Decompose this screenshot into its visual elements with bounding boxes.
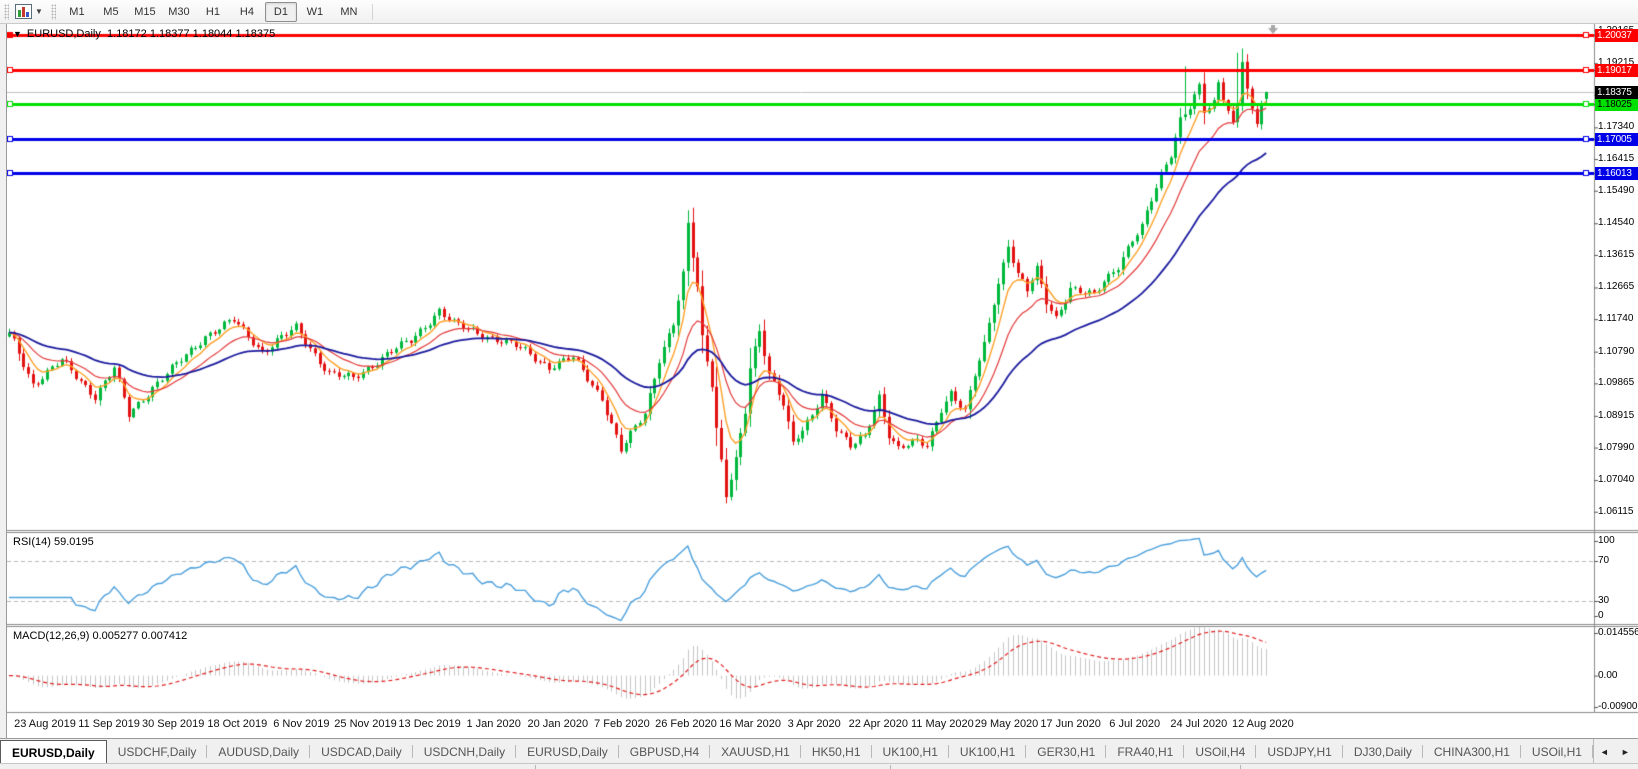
price-axis-tick: 1.15490 <box>1598 185 1634 196</box>
hline-price-chip[interactable]: 1.16013 <box>1595 167 1638 180</box>
date-axis-label: 22 Apr 2020 <box>849 718 908 730</box>
toolbar-grip[interactable] <box>51 4 56 20</box>
current-price-chip[interactable]: 1.18375 <box>1595 86 1638 99</box>
rsi-axis-tick: 100 <box>1598 535 1615 546</box>
window-left-frame <box>0 24 7 738</box>
chart-tab-fra40-h1[interactable]: FRA40,H1 <box>1106 739 1184 764</box>
price-axis-tick: 1.11740 <box>1598 313 1633 324</box>
date-axis-label: 24 Jul 2020 <box>1170 718 1227 730</box>
chart-tab-usoil-h4[interactable]: USOil,H4 <box>1184 739 1256 764</box>
chart-tab-usdjpy-h1[interactable]: USDJPY,H1 <box>1256 739 1342 764</box>
date-axis-label: 12 Aug 2020 <box>1232 718 1294 730</box>
chart-tab-ger30-h1[interactable]: GER30,H1 <box>1026 739 1106 764</box>
tab-scroll-nav: ◄► <box>1593 739 1638 764</box>
hline-price-chip[interactable]: 1.17005 <box>1595 133 1638 146</box>
chart-tab-gbpusd-h4[interactable]: GBPUSD,H4 <box>619 739 710 764</box>
timeframe-button-d1[interactable]: D1 <box>265 2 297 22</box>
date-axis-label: 26 Feb 2020 <box>655 718 717 730</box>
date-axis-label: 23 Aug 2019 <box>14 718 76 730</box>
status-bar <box>0 763 1638 769</box>
timeframe-button-m30[interactable]: M30 <box>163 2 195 22</box>
price-axis-tick: 1.12665 <box>1598 281 1634 292</box>
date-axis-label: 25 Nov 2019 <box>334 718 396 730</box>
rsi-axis-tick: 30 <box>1598 595 1609 606</box>
chart-canvas[interactable] <box>0 24 1638 738</box>
rsi-indicator-label: RSI(14) 59.0195 <box>13 536 94 548</box>
price-axis-tick: 1.17340 <box>1598 121 1634 132</box>
macd-axis-tick: 0.00 <box>1598 670 1617 681</box>
timeframe-button-m1[interactable]: M1 <box>61 2 93 22</box>
date-axis-label: 30 Sep 2019 <box>142 718 204 730</box>
status-separator <box>890 765 891 769</box>
date-axis-label: 11 Sep 2019 <box>78 718 140 730</box>
toolbar-grip[interactable] <box>4 4 9 20</box>
chart-tab-hk50-h1[interactable]: HK50,H1 <box>801 739 872 764</box>
date-axis-label: 6 Jul 2020 <box>1109 718 1160 730</box>
chart-tab-china300-h1[interactable]: CHINA300,H1 <box>1423 739 1521 764</box>
chart-ohlc-values: 1.18172 1.18377 1.18044 1.18375 <box>107 28 275 40</box>
status-separator <box>535 765 536 769</box>
price-axis-tick: 1.14540 <box>1598 217 1634 228</box>
timeframe-buttons: M1M5M15M30H1H4D1W1MN <box>60 2 366 22</box>
tab-scroll-left-icon[interactable]: ◄ <box>1594 747 1615 757</box>
chart-tab-eurusd-daily[interactable]: EURUSD,Daily <box>516 739 619 764</box>
rsi-axis-tick: 0 <box>1598 610 1604 621</box>
timeframe-button-mn[interactable]: MN <box>333 2 365 22</box>
price-axis-tick: 1.10790 <box>1598 346 1634 357</box>
status-separator <box>1240 765 1241 769</box>
date-axis-label: 13 Dec 2019 <box>398 718 460 730</box>
chart-tab-audusd-daily[interactable]: AUDUSD,Daily <box>207 739 310 764</box>
date-axis-label: 29 May 2020 <box>975 718 1039 730</box>
price-axis-tick: 1.07040 <box>1598 474 1634 485</box>
chart-tab-eurusd-daily[interactable]: EURUSD,Daily <box>0 740 107 764</box>
chart-window: ▼ EURUSD,Daily 1.18172 1.18377 1.18044 1.… <box>0 24 1638 738</box>
mt4-window: ▼ M1M5M15M30H1H4D1W1MN ▼ EURUSD,Daily 1.1… <box>0 0 1638 769</box>
date-axis-label: 1 Jan 2020 <box>466 718 520 730</box>
chart-tab-usdchf-daily[interactable]: USDCHF,Daily <box>107 739 208 764</box>
chart-period-icon[interactable] <box>15 4 32 19</box>
chart-tab-uk100-h1[interactable]: UK100,H1 <box>872 739 949 764</box>
price-axis-tick: 1.07990 <box>1598 442 1634 453</box>
macd-indicator-label: MACD(12,26,9) 0.005277 0.007412 <box>13 630 187 642</box>
timeframe-toolbar: ▼ M1M5M15M30H1H4D1W1MN <box>0 0 1638 24</box>
timeframe-button-m15[interactable]: M15 <box>129 2 161 22</box>
chart-tab-usoil-h1[interactable]: USOil,H1 <box>1521 739 1593 764</box>
date-axis-label: 6 Nov 2019 <box>273 718 329 730</box>
chart-tab-usdcad-daily[interactable]: USDCAD,Daily <box>310 739 413 764</box>
price-axis-tick: 1.09865 <box>1598 377 1634 388</box>
timeframe-button-h4[interactable]: H4 <box>231 2 263 22</box>
chart-tab-dj30-daily[interactable]: DJ30,Daily <box>1343 739 1423 764</box>
chevron-down-icon[interactable]: ▼ <box>35 7 43 16</box>
chart-tab-xauusd-h1[interactable]: XAUUSD,H1 <box>710 739 801 764</box>
price-axis-tick: 1.08915 <box>1598 410 1634 421</box>
rsi-axis-tick: 70 <box>1598 555 1609 566</box>
timeframe-button-w1[interactable]: W1 <box>299 2 331 22</box>
date-axis-label: 16 Mar 2020 <box>719 718 781 730</box>
chart-tab-usdcnh-daily[interactable]: USDCNH,Daily <box>413 739 516 764</box>
date-axis-label: 3 Apr 2020 <box>788 718 841 730</box>
timeframe-button-m5[interactable]: M5 <box>95 2 127 22</box>
price-axis-tick: 1.13615 <box>1598 249 1634 260</box>
chart-tab-bar: EURUSD,DailyUSDCHF,DailyAUDUSD,DailyUSDC… <box>0 738 1638 764</box>
date-axis-label: 11 May 2020 <box>911 718 974 730</box>
price-axis-tick: 1.06115 <box>1598 506 1633 517</box>
timeframe-button-h1[interactable]: H1 <box>197 2 229 22</box>
date-axis-label: 7 Feb 2020 <box>594 718 650 730</box>
toolbar-separator <box>372 4 373 20</box>
price-axis-tick: 1.16415 <box>1598 153 1634 164</box>
tab-scroll-right-icon[interactable]: ► <box>1615 747 1636 757</box>
date-axis-label: 17 Jun 2020 <box>1040 718 1101 730</box>
chart-symbol-label: EURUSD,Daily <box>27 28 101 40</box>
chart-title: ▼ EURUSD,Daily 1.18172 1.18377 1.18044 1.… <box>13 28 275 40</box>
chart-tab-uk100-h1[interactable]: UK100,H1 <box>949 739 1026 764</box>
macd-axis-tick: 0.014556 <box>1598 627 1638 638</box>
title-dropdown-icon[interactable]: ▼ <box>13 29 22 39</box>
hline-price-chip[interactable]: 1.19017 <box>1595 64 1638 77</box>
hline-price-chip[interactable]: 1.18025 <box>1595 98 1638 111</box>
hline-price-chip[interactable]: 1.20037 <box>1595 29 1638 42</box>
macd-axis-tick: -0.00900 <box>1598 701 1637 712</box>
date-axis-label: 18 Oct 2019 <box>207 718 267 730</box>
date-axis-label: 20 Jan 2020 <box>528 718 589 730</box>
